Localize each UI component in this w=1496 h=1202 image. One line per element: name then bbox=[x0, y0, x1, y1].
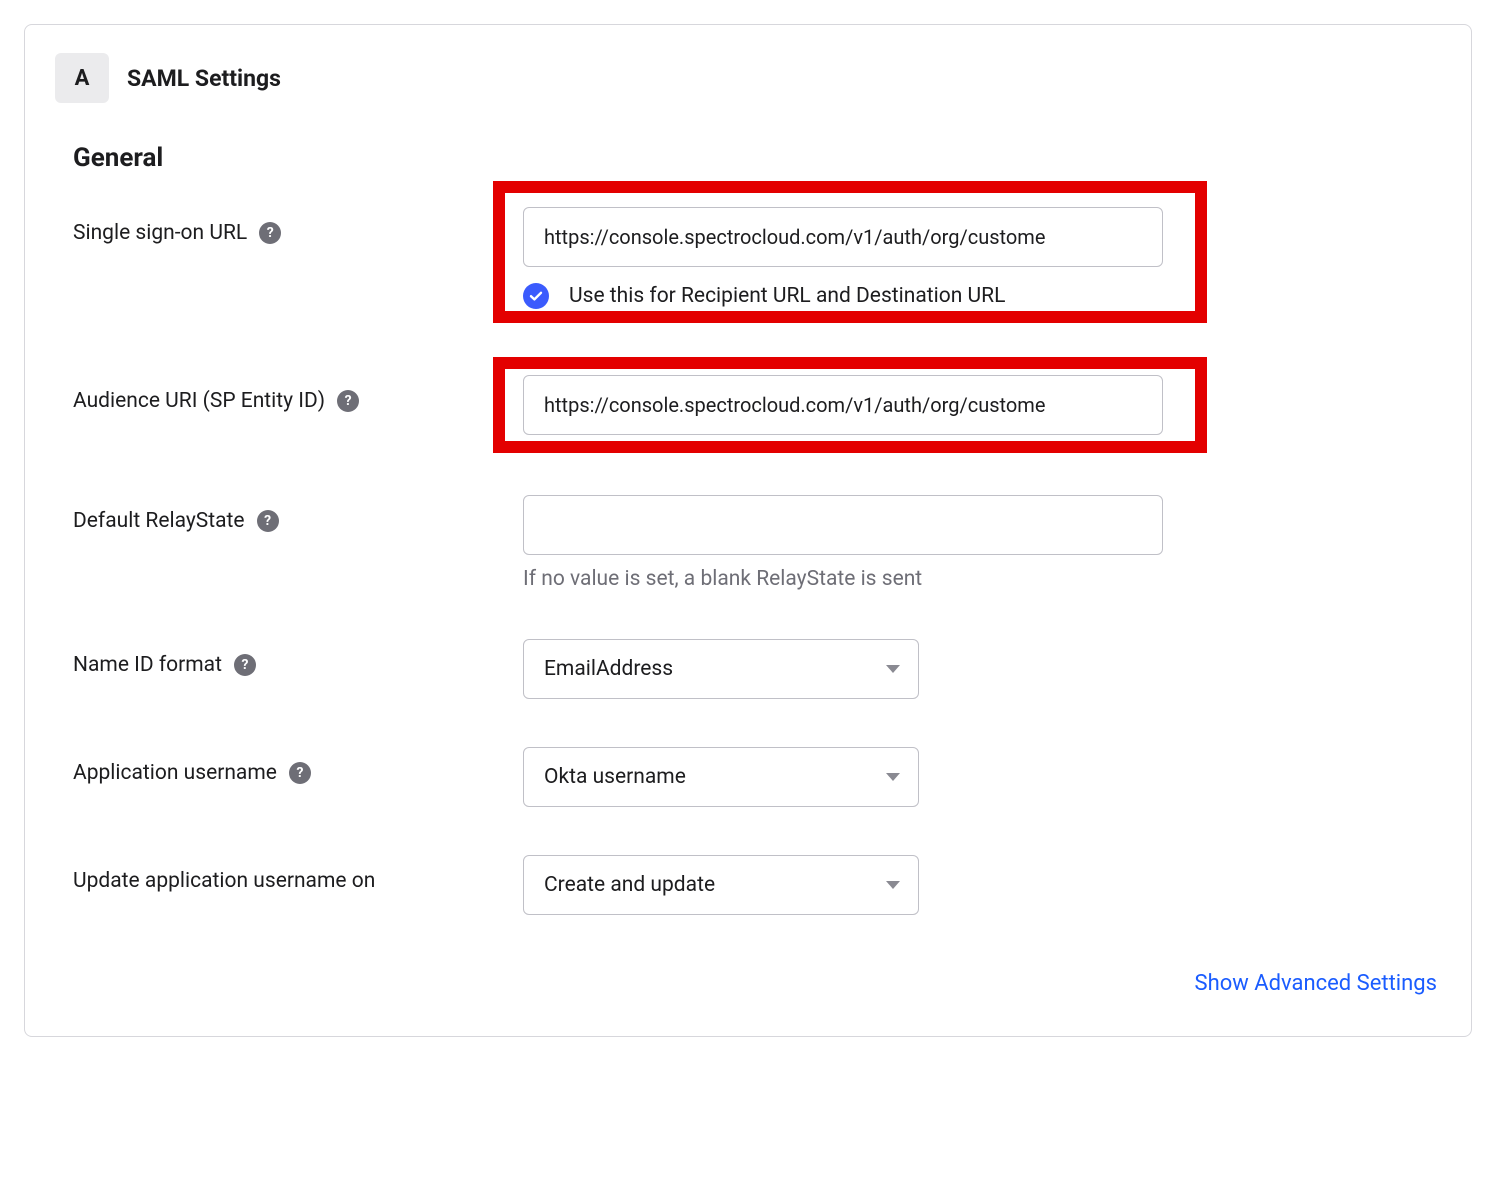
label-text-app-username: Application username bbox=[73, 761, 277, 785]
recipient-destination-label: Use this for Recipient URL and Destinati… bbox=[569, 284, 1005, 308]
saml-settings-panel: A SAML Settings General Single sign-on U… bbox=[24, 24, 1472, 1037]
step-badge: A bbox=[55, 53, 109, 103]
label-relay-state: Default RelayState ? bbox=[73, 495, 523, 533]
label-text-relay-state: Default RelayState bbox=[73, 509, 245, 533]
help-icon[interactable]: ? bbox=[337, 390, 359, 412]
advanced-settings-row: Show Advanced Settings bbox=[55, 971, 1437, 996]
update-on-select[interactable]: Create and update bbox=[523, 855, 919, 915]
label-app-username: Application username ? bbox=[73, 747, 523, 785]
recipient-destination-checkbox[interactable] bbox=[523, 283, 549, 309]
chevron-down-icon bbox=[886, 773, 900, 781]
value-cell-app-username: Okta username bbox=[523, 747, 1441, 807]
show-advanced-settings-link[interactable]: Show Advanced Settings bbox=[1195, 971, 1437, 996]
help-icon[interactable]: ? bbox=[259, 222, 281, 244]
label-name-id-format: Name ID format ? bbox=[73, 639, 523, 677]
label-update-on: Update application username on bbox=[73, 855, 523, 893]
value-cell-relay-state: If no value is set, a blank RelayState i… bbox=[523, 495, 1441, 591]
label-text-update-on: Update application username on bbox=[73, 869, 375, 893]
form-grid: Single sign-on URL ? Use this for Recipi… bbox=[73, 207, 1441, 915]
panel-header: A SAML Settings bbox=[55, 53, 1441, 103]
sso-url-input[interactable] bbox=[523, 207, 1163, 267]
panel-title: SAML Settings bbox=[127, 65, 281, 92]
update-on-value: Create and update bbox=[544, 873, 715, 897]
value-cell-update-on: Create and update bbox=[523, 855, 1441, 915]
help-icon[interactable]: ? bbox=[234, 654, 256, 676]
section-title-general: General bbox=[73, 143, 1441, 173]
value-cell-sso-url: Use this for Recipient URL and Destinati… bbox=[523, 207, 1441, 327]
chevron-down-icon bbox=[886, 881, 900, 889]
chevron-down-icon bbox=[886, 665, 900, 673]
name-id-format-select[interactable]: EmailAddress bbox=[523, 639, 919, 699]
relay-state-input[interactable] bbox=[523, 495, 1163, 555]
label-sso-url: Single sign-on URL ? bbox=[73, 207, 523, 245]
relay-state-hint: If no value is set, a blank RelayState i… bbox=[523, 567, 1441, 591]
name-id-format-value: EmailAddress bbox=[544, 657, 673, 681]
value-cell-audience-uri bbox=[523, 375, 1441, 447]
label-audience-uri: Audience URI (SP Entity ID) ? bbox=[73, 375, 523, 413]
app-username-value: Okta username bbox=[544, 765, 686, 789]
app-username-select[interactable]: Okta username bbox=[523, 747, 919, 807]
help-icon[interactable]: ? bbox=[289, 762, 311, 784]
checkmark-icon bbox=[528, 288, 544, 304]
label-text-audience-uri: Audience URI (SP Entity ID) bbox=[73, 389, 325, 413]
value-cell-name-id-format: EmailAddress bbox=[523, 639, 1441, 699]
help-icon[interactable]: ? bbox=[257, 510, 279, 532]
label-text-name-id-format: Name ID format bbox=[73, 653, 222, 677]
sso-url-checkbox-row: Use this for Recipient URL and Destinati… bbox=[523, 283, 1441, 309]
audience-uri-input[interactable] bbox=[523, 375, 1163, 435]
label-text-sso-url: Single sign-on URL bbox=[73, 221, 247, 245]
